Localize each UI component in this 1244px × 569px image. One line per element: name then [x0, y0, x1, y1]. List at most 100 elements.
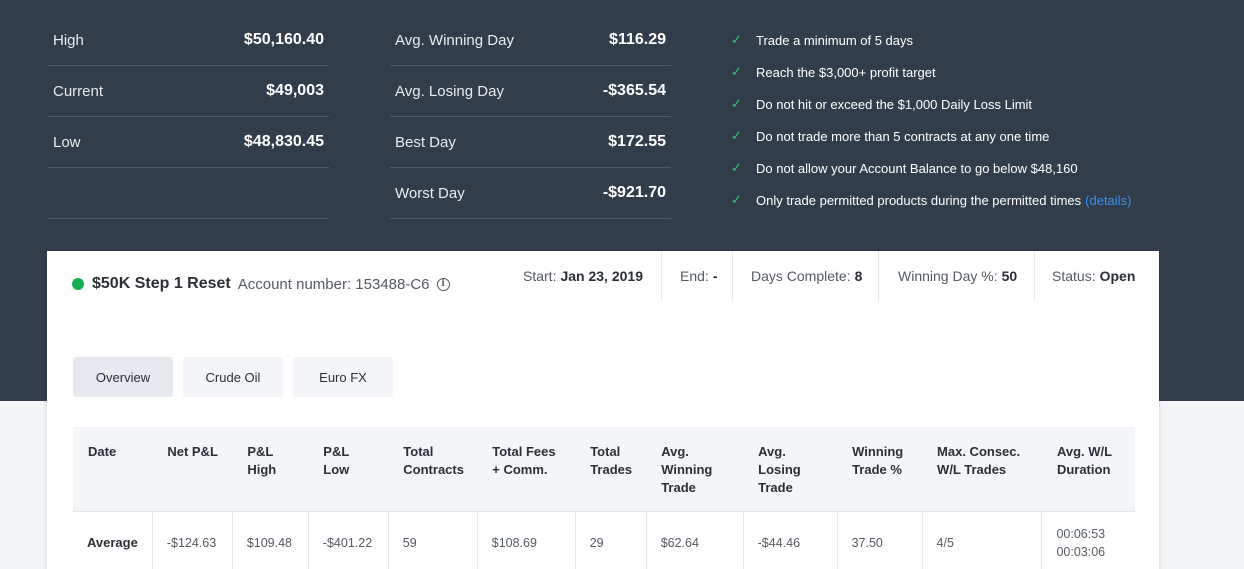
column-header: Total Fees + Comm.	[477, 427, 575, 511]
rule-item: ✓ Trade a minimum of 5 days	[731, 24, 1131, 56]
header-text: High	[247, 462, 277, 477]
table-cell: $108.69	[477, 510, 576, 569]
header-text: P&L	[323, 444, 350, 459]
start-value: Jan 23, 2019	[560, 268, 643, 284]
column-header: Max. Consec. W/L Trades	[922, 427, 1042, 511]
winpct-label: Winning Day %:	[898, 268, 998, 284]
check-icon: ✓	[731, 128, 742, 143]
tab-overview[interactable]: Overview	[73, 357, 173, 397]
header-text: + Comm.	[492, 462, 548, 477]
stat-label: High	[53, 31, 84, 49]
rule-text: Only trade permitted products during the…	[756, 192, 1082, 208]
details-link[interactable]: (details)	[1085, 193, 1131, 208]
table-row: Average -$124.63 $109.48 -$401.22 59 $108.69 2…	[73, 510, 1135, 569]
table-header-row: Date Net P&L P&L High P&L Low Total Contracts To…	[73, 427, 1135, 511]
account-header: $50K Step 1 Reset Account number: 153488…	[72, 273, 450, 295]
winning-day-pct: Winning Day %: 50	[898, 251, 1017, 301]
table-cell: 59	[388, 510, 478, 569]
header-text: Total	[403, 444, 434, 459]
header-text: Avg.	[661, 444, 689, 459]
account-number: Account number: 153488-C6	[237, 275, 430, 293]
check-icon: ✓	[731, 32, 742, 47]
header-text: W/L Trades	[937, 462, 1007, 477]
column-header: Date	[73, 427, 152, 511]
stat-value: $49,003	[266, 82, 324, 99]
rules-checklist: ✓ Trade a minimum of 5 days ✓ Reach the $3…	[731, 24, 1131, 216]
column-header: Avg. Winning Trade	[646, 427, 743, 511]
column-header: P&L High	[232, 427, 308, 511]
stat-value: -$921.70	[602, 184, 666, 201]
days-label: Days Complete:	[751, 268, 851, 284]
days-value: 8	[854, 268, 863, 284]
duration-value: 00:03:06	[1056, 545, 1106, 560]
rule-text: Trade a minimum of 5 days	[756, 32, 914, 48]
balance-stats: High $50,160.40 Current $49,003 Low $48,…	[48, 15, 329, 219]
table-cell: -$401.22	[308, 510, 389, 569]
stat-label: Avg. Winning Day	[395, 31, 514, 49]
start-label: Start:	[523, 268, 557, 284]
stat-value: $116.29	[609, 31, 666, 48]
check-icon: ✓	[731, 192, 742, 207]
check-icon: ✓	[731, 64, 742, 79]
header-text: Duration	[1056, 462, 1111, 477]
rule-item: ✓ Do not hit or exceed the $1,000 Daily L…	[731, 88, 1131, 120]
column-header: Total Contracts	[388, 427, 477, 511]
column-header: Total Trades	[575, 427, 646, 511]
header-text: Winning	[852, 444, 904, 459]
column-header: Net P&L	[152, 427, 232, 511]
stat-value: -$365.54	[602, 82, 666, 99]
tab-euro-fx[interactable]: Euro FX	[293, 357, 393, 397]
column-header: P&L Low	[308, 427, 388, 511]
table-cell: 29	[575, 510, 647, 569]
table-cell: 4/5	[922, 510, 1043, 569]
header-text: Trade	[661, 480, 696, 495]
stat-label: Best Day	[395, 133, 456, 151]
stat-current: Current $49,003	[48, 66, 329, 117]
rule-text: Do not hit or exceed the $1,000 Daily Lo…	[756, 96, 1033, 112]
duration-cell: 00:06:53 00:03:06	[1041, 510, 1135, 569]
rule-item: ✓ Do not trade more than 5 contracts at a…	[731, 120, 1131, 152]
stat-avg-losing-day: Avg. Losing Day -$365.54	[390, 66, 671, 117]
days-complete: Days Complete: 8	[751, 251, 862, 301]
header-text: Avg.	[758, 444, 786, 459]
divider	[1034, 251, 1035, 301]
info-icon[interactable]: i	[436, 277, 450, 291]
end-label: End:	[680, 268, 709, 284]
rule-item: ✓ Reach the $3,000+ profit target	[731, 56, 1131, 88]
account-card: $50K Step 1 Reset Account number: 153488…	[47, 251, 1159, 569]
stat-label: Current	[53, 82, 104, 100]
header-text: Contracts	[403, 462, 464, 477]
rule-item: ✓ Do not allow your Account Balance to go…	[731, 152, 1131, 184]
header-text: Max. Consec.	[937, 444, 1021, 459]
status-value: Open	[1099, 268, 1136, 284]
header-text: Trade %	[852, 462, 902, 477]
divider	[732, 251, 733, 301]
account-name: $50K Step 1 Reset	[92, 275, 231, 292]
account-status: Status: Open	[1052, 251, 1135, 301]
status-label: Status:	[1052, 268, 1096, 284]
header-text: Winning	[661, 462, 713, 477]
stats-table: Date Net P&L P&L High P&L Low Total Contracts To…	[73, 427, 1135, 569]
end-value: -	[712, 268, 718, 284]
header-text: Trade	[758, 480, 793, 495]
header-text: Date	[88, 444, 117, 459]
header-text: Losing	[758, 462, 801, 477]
stat-low: Low $48,830.45	[48, 117, 329, 168]
end-date: End: -	[680, 251, 717, 301]
tab-crude-oil[interactable]: Crude Oil	[183, 357, 283, 397]
duration-value: 00:06:53	[1056, 527, 1106, 542]
stat-label: Worst Day	[395, 184, 465, 202]
stat-value: $172.55	[608, 133, 666, 150]
rule-item: ✓ Only trade permitted products during th…	[731, 184, 1131, 216]
stat-label: Low	[53, 133, 81, 151]
header-text: Net P&L	[167, 444, 218, 459]
stat-value: $48,830.45	[243, 133, 324, 150]
row-label: Average	[73, 510, 153, 569]
start-date: Start: Jan 23, 2019	[523, 251, 643, 301]
table-cell: $62.64	[646, 510, 744, 569]
divider	[878, 251, 879, 301]
header-text: Low	[323, 462, 350, 477]
header-text: Total Fees	[492, 444, 556, 459]
stat-best-day: Best Day $172.55	[390, 117, 671, 168]
header-text: P&L	[247, 444, 274, 459]
